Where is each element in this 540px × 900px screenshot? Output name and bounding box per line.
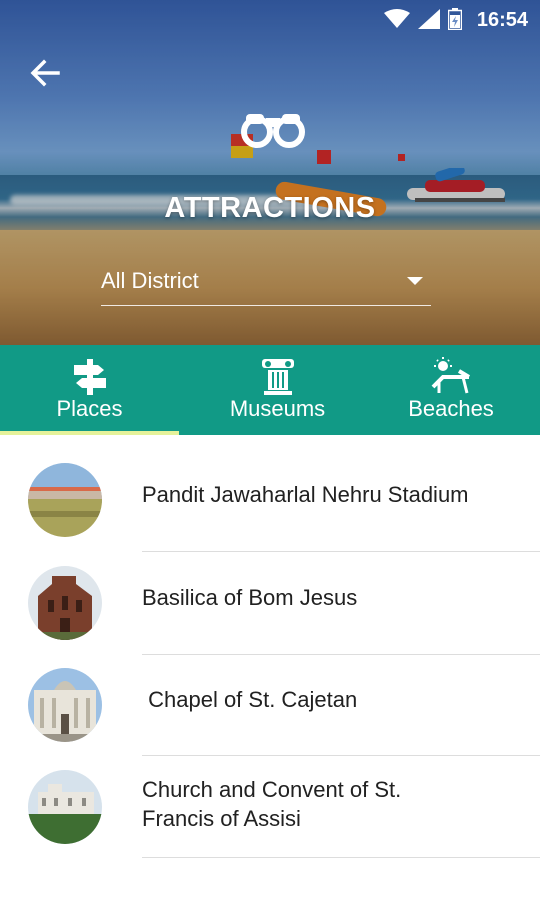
- district-dropdown[interactable]: All District: [101, 262, 431, 306]
- divider: [142, 755, 540, 756]
- page-title: ATTRACTIONS: [164, 192, 376, 224]
- back-button[interactable]: [28, 55, 68, 91]
- tab-label: Beaches: [408, 396, 494, 421]
- place-name: Basilica of Bom Jesus: [142, 585, 358, 610]
- place-name-line2: Francis of Assisi: [142, 806, 301, 831]
- active-tab-indicator: [0, 431, 179, 435]
- district-selected-value: All District: [101, 268, 199, 293]
- battery-icon: [448, 8, 462, 30]
- caret-down-icon: [407, 277, 423, 285]
- signpost-icon: [73, 359, 106, 395]
- place-thumbnail: [28, 566, 102, 640]
- tab-label: Places: [56, 396, 123, 421]
- status-time: 16:54: [476, 9, 528, 31]
- tab-museums[interactable]: Museums: [188, 345, 367, 435]
- tab-places[interactable]: Places: [0, 345, 179, 435]
- place-thumbnail: [28, 668, 102, 742]
- divider: [142, 551, 540, 552]
- list-item[interactable]: Chapel of St. Cajetan: [0, 655, 540, 759]
- place-name: Pandit Jawaharlal Nehru Stadium: [142, 482, 469, 507]
- list-item[interactable]: Pandit Jawaharlal Nehru Stadium: [0, 449, 540, 553]
- wifi-icon: [384, 9, 410, 28]
- category-tabs: Places Museums Beaches: [0, 345, 540, 435]
- status-bar: 16:54: [0, 0, 540, 38]
- beach-chair-icon: [431, 357, 471, 394]
- place-thumbnail: [28, 463, 102, 537]
- list-item[interactable]: Basilica of Bom Jesus: [0, 553, 540, 657]
- status-icons: [384, 8, 462, 30]
- place-name: Church and Convent of St. Francis of Ass…: [142, 775, 401, 833]
- place-name-line1: Church and Convent of St.: [142, 777, 402, 802]
- hero-banner: 16:54 ATTRACTIONS All District: [0, 0, 540, 345]
- list-item[interactable]: Church and Convent of St. Francis of Ass…: [0, 757, 540, 867]
- museum-icon: [261, 359, 294, 395]
- binoculars-icon: [241, 114, 305, 148]
- arrow-left-icon: [30, 59, 60, 87]
- signal-icon: [418, 9, 440, 29]
- place-name: Chapel of St. Cajetan: [142, 687, 358, 712]
- tab-beaches[interactable]: Beaches: [362, 345, 540, 435]
- place-thumbnail: [28, 770, 102, 844]
- divider: [142, 857, 540, 858]
- tab-label: Museums: [229, 396, 326, 421]
